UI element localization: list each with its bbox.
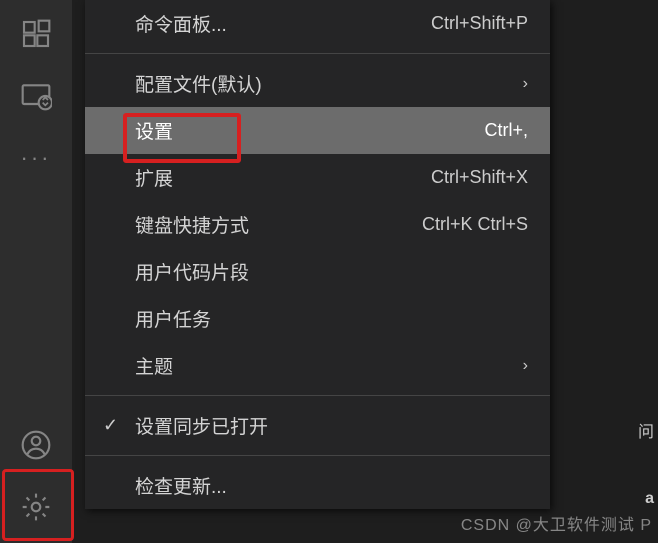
menu-keyboard-shortcuts[interactable]: 键盘快捷方式 Ctrl+K Ctrl+S <box>85 201 550 248</box>
menu-settings-sync[interactable]: ✓ 设置同步已打开 <box>85 402 550 449</box>
menu-command-palette[interactable]: 命令面板... Ctrl+Shift+P <box>85 0 550 47</box>
menu-shortcut: Ctrl+Shift+X <box>431 167 528 188</box>
menu-label: 扩展 <box>135 164 431 191</box>
chevron-right-icon: › <box>523 75 528 93</box>
menu-label: 检查更新... <box>135 472 528 499</box>
menu-label: 主题 <box>135 352 523 379</box>
edge-text: a <box>645 490 654 508</box>
menu-label: 用户代码片段 <box>135 258 528 285</box>
menu-separator <box>85 395 550 396</box>
settings-context-menu: 命令面板... Ctrl+Shift+P 配置文件(默认) › 设置 Ctrl+… <box>85 0 550 509</box>
menu-user-snippets[interactable]: 用户代码片段 <box>85 248 550 295</box>
watermark: CSDN @大卫软件测试 P <box>461 511 652 535</box>
menu-check-updates[interactable]: 检查更新... <box>85 462 550 509</box>
menu-settings[interactable]: 设置 Ctrl+, <box>85 107 550 154</box>
remote-explorer-icon[interactable] <box>20 80 52 112</box>
menu-shortcut: Ctrl+Shift+P <box>431 13 528 34</box>
menu-profiles[interactable]: 配置文件(默认) › <box>85 60 550 107</box>
menu-user-tasks[interactable]: 用户任务 <box>85 295 550 342</box>
menu-extensions[interactable]: 扩展 Ctrl+Shift+X <box>85 154 550 201</box>
menu-shortcut: Ctrl+K Ctrl+S <box>422 214 528 235</box>
check-icon: ✓ <box>103 415 118 436</box>
menu-label: 设置 <box>135 117 484 144</box>
menu-label: 设置同步已打开 <box>135 412 528 439</box>
chevron-right-icon: › <box>523 357 528 375</box>
settings-gear-icon[interactable] <box>20 491 52 523</box>
menu-themes[interactable]: 主题 › <box>85 342 550 389</box>
menu-label: 键盘快捷方式 <box>135 211 422 238</box>
menu-label: 用户任务 <box>135 305 528 332</box>
extensions-icon[interactable] <box>20 18 52 50</box>
menu-separator <box>85 455 550 456</box>
menu-label: 配置文件(默认) <box>135 70 523 97</box>
activity-bar: ··· <box>0 0 72 543</box>
accounts-icon[interactable] <box>20 429 52 461</box>
menu-shortcut: Ctrl+, <box>484 120 528 141</box>
more-icon[interactable]: ··· <box>20 142 52 174</box>
edge-text: 问 <box>638 418 654 442</box>
menu-label: 命令面板... <box>135 10 431 37</box>
menu-separator <box>85 53 550 54</box>
